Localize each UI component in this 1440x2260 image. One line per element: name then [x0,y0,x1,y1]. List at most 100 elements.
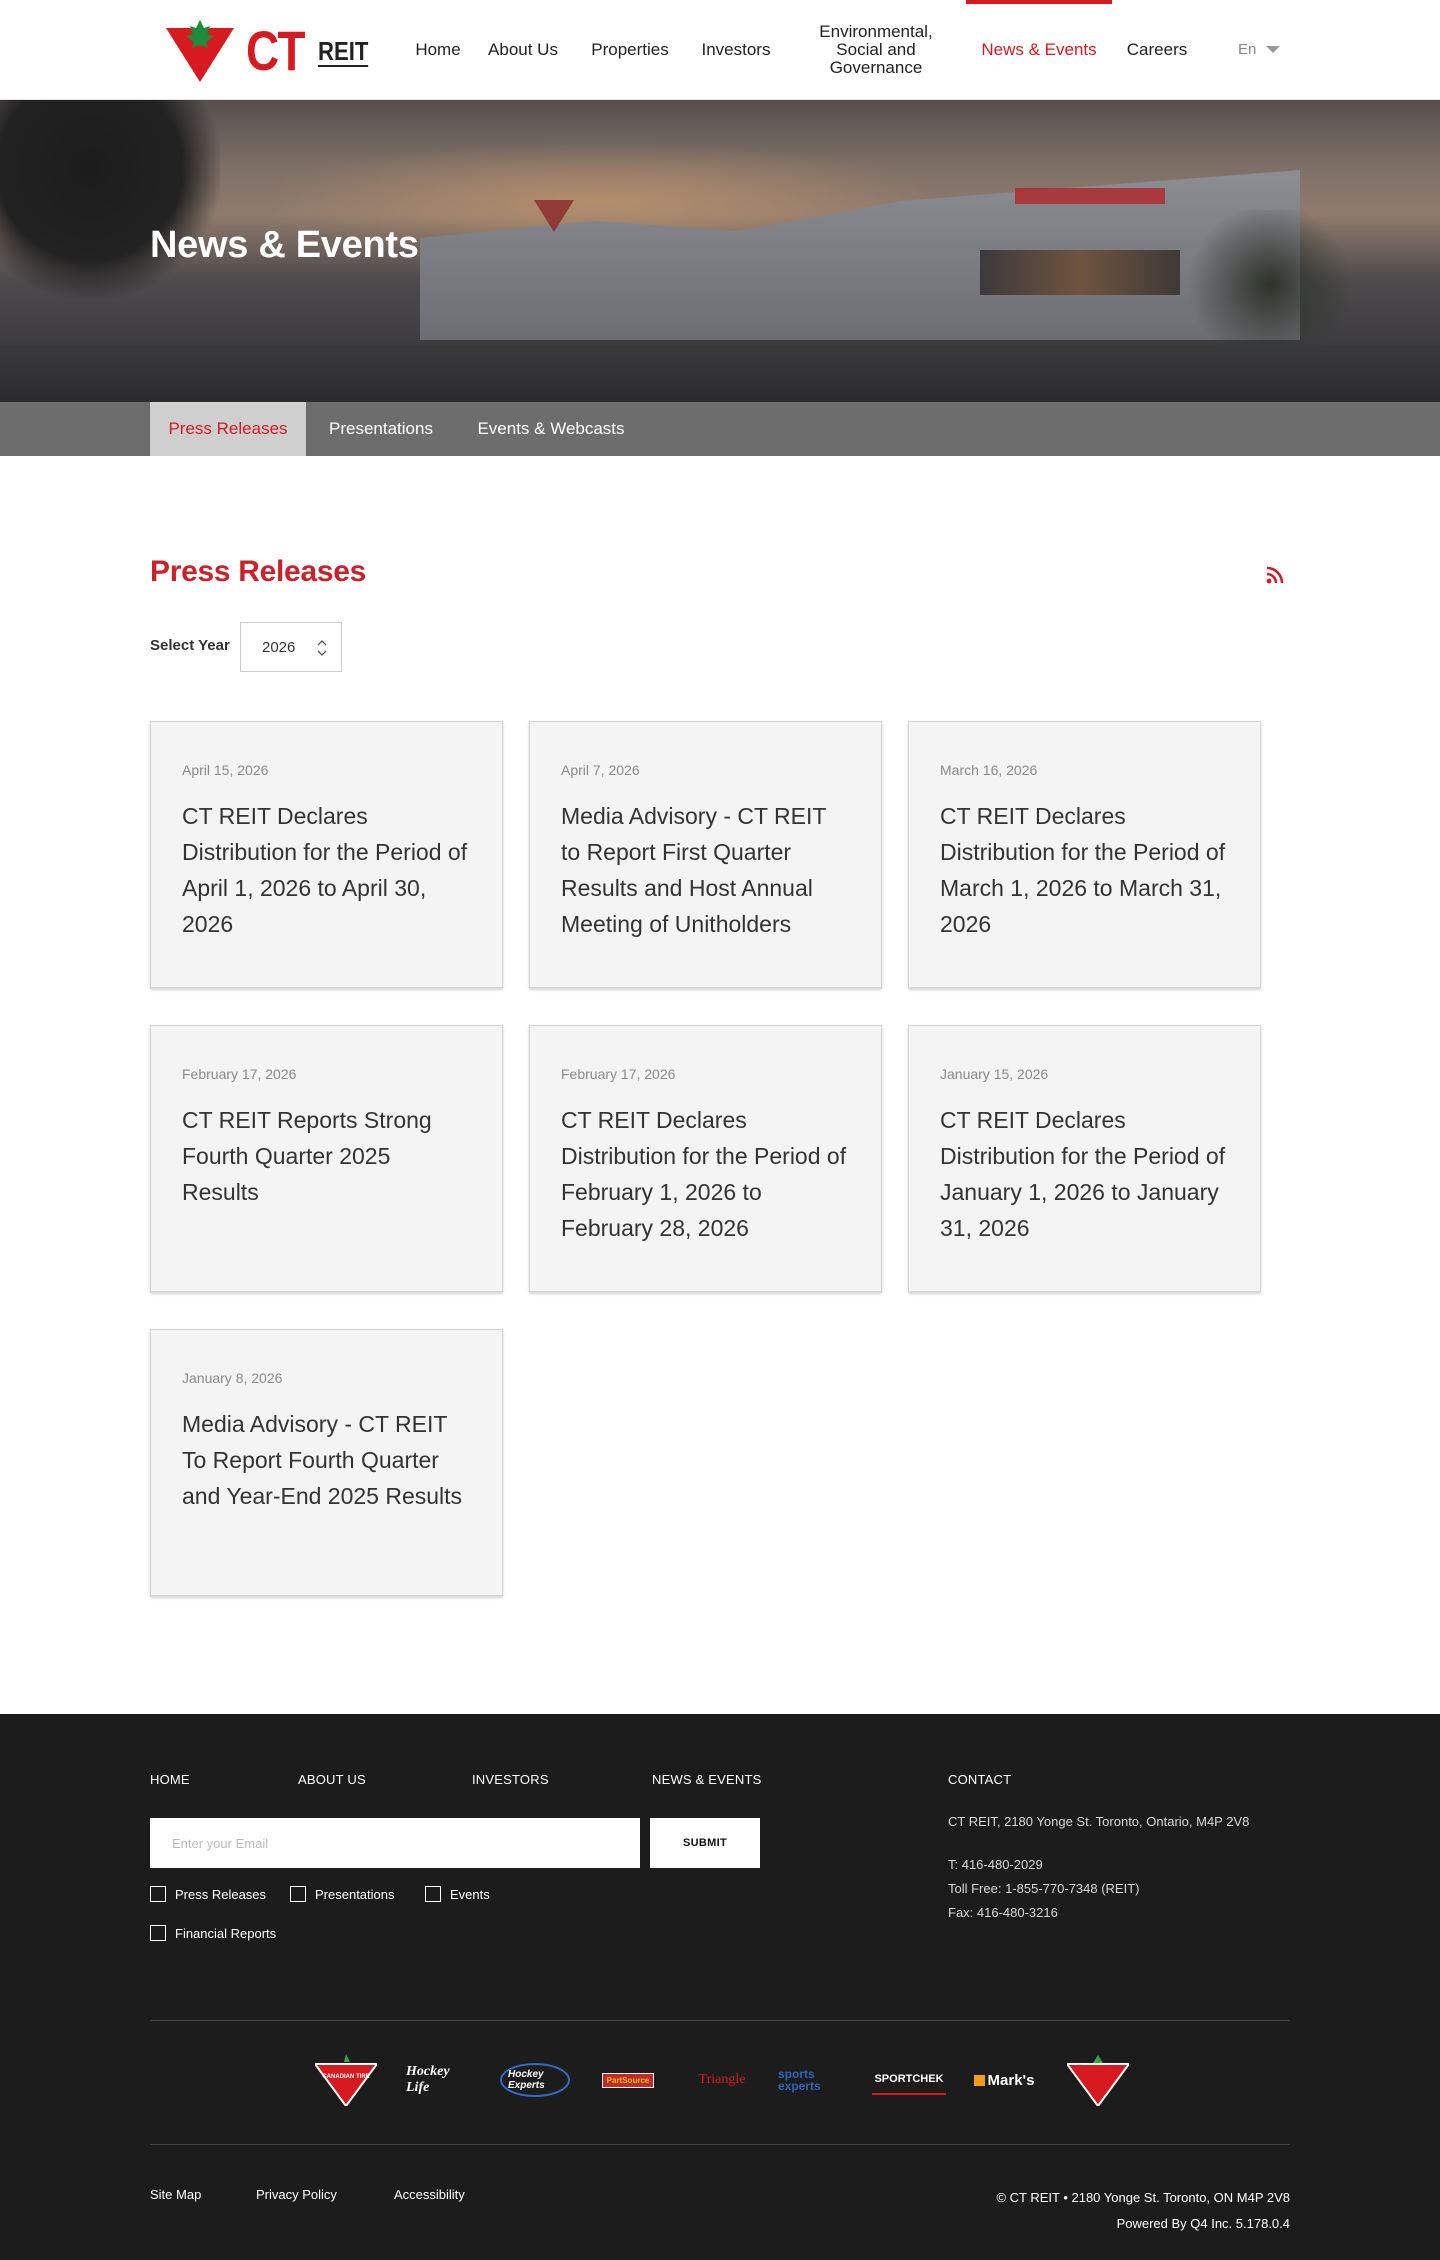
canadian-tire-logo-icon: CANADIAN TIRE [315,2054,377,2106]
press-release-card[interactable]: February 17, 2026 CT REIT Reports Strong… [150,1025,503,1292]
nav-esg[interactable]: Environmental, Social and Governance [804,0,948,100]
checkbox-label: Events [450,1886,490,1902]
checkbox-box [425,1886,441,1902]
press-release-date: February 17, 2026 [182,1066,297,1082]
footer-divider [150,2144,1290,2145]
press-release-title: Media Advisory - CT REIT to Report First… [561,803,827,937]
rss-icon[interactable] [1266,566,1284,584]
press-release-title: CT REIT Declares Distribution for the Pe… [561,1107,847,1241]
checkbox-label: Financial Reports [175,1925,277,1941]
powered-by-text: Powered By Q4 Inc. 5.178.0.4 [1116,2216,1290,2231]
site-footer: HOME ABOUT US INVESTORS NEWS & EVENTS SU… [0,1714,1440,2260]
contact-address: CT REIT, 2180 Yonge St. Toronto, Ontario… [948,1814,1250,1829]
tab-press-releases[interactable]: Press Releases [150,402,306,456]
email-field[interactable] [150,1818,640,1868]
contact-phone: T: 416-480-2029 [948,1857,1043,1872]
contact-heading: CONTACT [948,1772,1012,1787]
press-release-title: CT REIT Reports Strong Fourth Quarter 20… [182,1107,432,1205]
tab-events-webcasts[interactable]: Events & Webcasts [460,402,642,456]
contact-fax: Fax: 416-480-3216 [948,1905,1058,1920]
brand-hockey-life[interactable]: Hockey Life [406,2054,472,2106]
brand-label: Mark's [987,2071,1035,2089]
footer-link-investors[interactable]: INVESTORS [472,1772,549,1787]
press-release-title: Media Advisory - CT REIT To Report Fourt… [182,1411,463,1509]
brand-label: PartSource [601,2072,655,2088]
checkbox-events[interactable]: Events [425,1886,490,1902]
footer-privacy-policy[interactable]: Privacy Policy [256,2187,337,2202]
press-release-card[interactable]: January 15, 2026 CT REIT Declares Distri… [908,1025,1261,1292]
footer-link-home[interactable]: HOME [150,1772,190,1787]
marks-square-icon [973,2074,985,2086]
checkbox-box [150,1925,166,1941]
brand-canadian-tire-triangle[interactable] [1066,2054,1130,2106]
checkbox-box [290,1886,306,1902]
press-release-date: April 15, 2026 [182,762,269,778]
brand-sportchek[interactable]: SPORTCHEK [872,2065,946,2095]
site-header: CT REIT Home About Us Properties Investo… [0,0,1440,100]
language-label: En [1238,41,1257,58]
press-release-title: CT REIT Declares Distribution for the Pe… [182,803,468,937]
footer-link-about-us[interactable]: ABOUT US [298,1772,366,1787]
canadian-tire-triangle-icon [1067,2055,1129,2106]
ct-reit-logo[interactable]: CT REIT [166,18,376,84]
brand-sports-experts[interactable]: sports experts [778,2054,850,2106]
logo-ct-text: CT [246,19,306,82]
year-select[interactable]: 2026 [240,622,342,672]
press-release-card[interactable]: April 7, 2026 Media Advisory - CT REIT t… [529,721,882,988]
checkbox-financial-reports[interactable]: Financial Reports [150,1925,276,1941]
footer-accessibility[interactable]: Accessibility [394,2187,465,2202]
nav-about-us[interactable]: About Us [478,0,568,100]
copyright-text: © CT REIT • 2180 Yonge St. Toronto, ON M… [996,2190,1290,2205]
year-select-value: 2026 [262,638,296,656]
brand-marks[interactable]: Mark's [968,2054,1040,2106]
nav-investors[interactable]: Investors [690,0,782,100]
press-release-card[interactable]: March 16, 2026 CT REIT Declares Distribu… [908,721,1261,988]
checkbox-label: Press Releases [175,1886,267,1902]
hero-banner: News & Events [0,100,1440,402]
nav-news-events[interactable]: News & Events [966,0,1112,100]
checkbox-box [150,1886,166,1902]
logo-reit-text: REIT [318,36,369,68]
press-release-date: January 15, 2026 [940,1066,1049,1082]
press-release-date: January 8, 2026 [182,1370,283,1386]
press-release-card[interactable]: February 17, 2026 CT REIT Declares Distr… [529,1025,882,1292]
hero-storefront [980,250,1180,295]
brand-hockey-experts[interactable]: Hockey Experts [500,2054,570,2106]
checkbox-presentations[interactable]: Presentations [290,1886,395,1902]
press-release-card[interactable]: April 15, 2026 CT REIT Declares Distribu… [150,721,503,988]
nav-home[interactable]: Home [404,0,472,100]
footer-link-news-events[interactable]: NEWS & EVENTS [652,1772,762,1787]
press-release-date: April 7, 2026 [561,762,640,778]
canadian-tire-triangle-icon [166,20,234,82]
section-title: Press Releases [150,555,366,588]
footer-site-map[interactable]: Site Map [150,2187,201,2202]
press-release-title: CT REIT Declares Distribution for the Pe… [940,803,1226,937]
checkbox-label: Presentations [315,1886,395,1902]
press-release-date: March 16, 2026 [940,762,1038,778]
brand-triangle[interactable]: Triangle [686,2054,758,2106]
brand-partsource[interactable]: PartSource [594,2054,662,2106]
language-selector[interactable]: En [1238,41,1281,58]
brand-canadian-tire-logo[interactable]: CANADIAN TIRE [314,2054,378,2106]
hero-store-sign [1015,188,1165,204]
hero-tree [1180,210,1360,360]
nav-careers[interactable]: Careers [1116,0,1198,100]
footer-divider [150,2020,1290,2021]
hero-tree-silhouette [0,100,220,300]
contact-toll-free: Toll Free: 1-855-770-7348 (REIT) [948,1881,1140,1896]
select-year-label: Select Year [150,637,230,654]
page-title: News & Events [150,224,419,266]
brand-label: CANADIAN TIRE [322,2074,369,2080]
sub-nav-tabs: Press Releases Presentations Events & We… [0,402,1440,456]
hero-road [0,345,1440,402]
submit-button[interactable]: SUBMIT [650,1818,760,1868]
chevron-down-icon [1266,46,1281,53]
tab-presentations[interactable]: Presentations [310,402,452,456]
nav-properties[interactable]: Properties [578,0,682,100]
brand-label: Hockey Experts [500,2063,570,2097]
sort-arrows-icon [317,640,327,656]
checkbox-press-releases[interactable]: Press Releases [150,1886,266,1902]
press-release-date: February 17, 2026 [561,1066,676,1082]
press-release-title: CT REIT Declares Distribution for the Pe… [940,1107,1226,1241]
press-release-card[interactable]: January 8, 2026 Media Advisory - CT REIT… [150,1329,503,1596]
